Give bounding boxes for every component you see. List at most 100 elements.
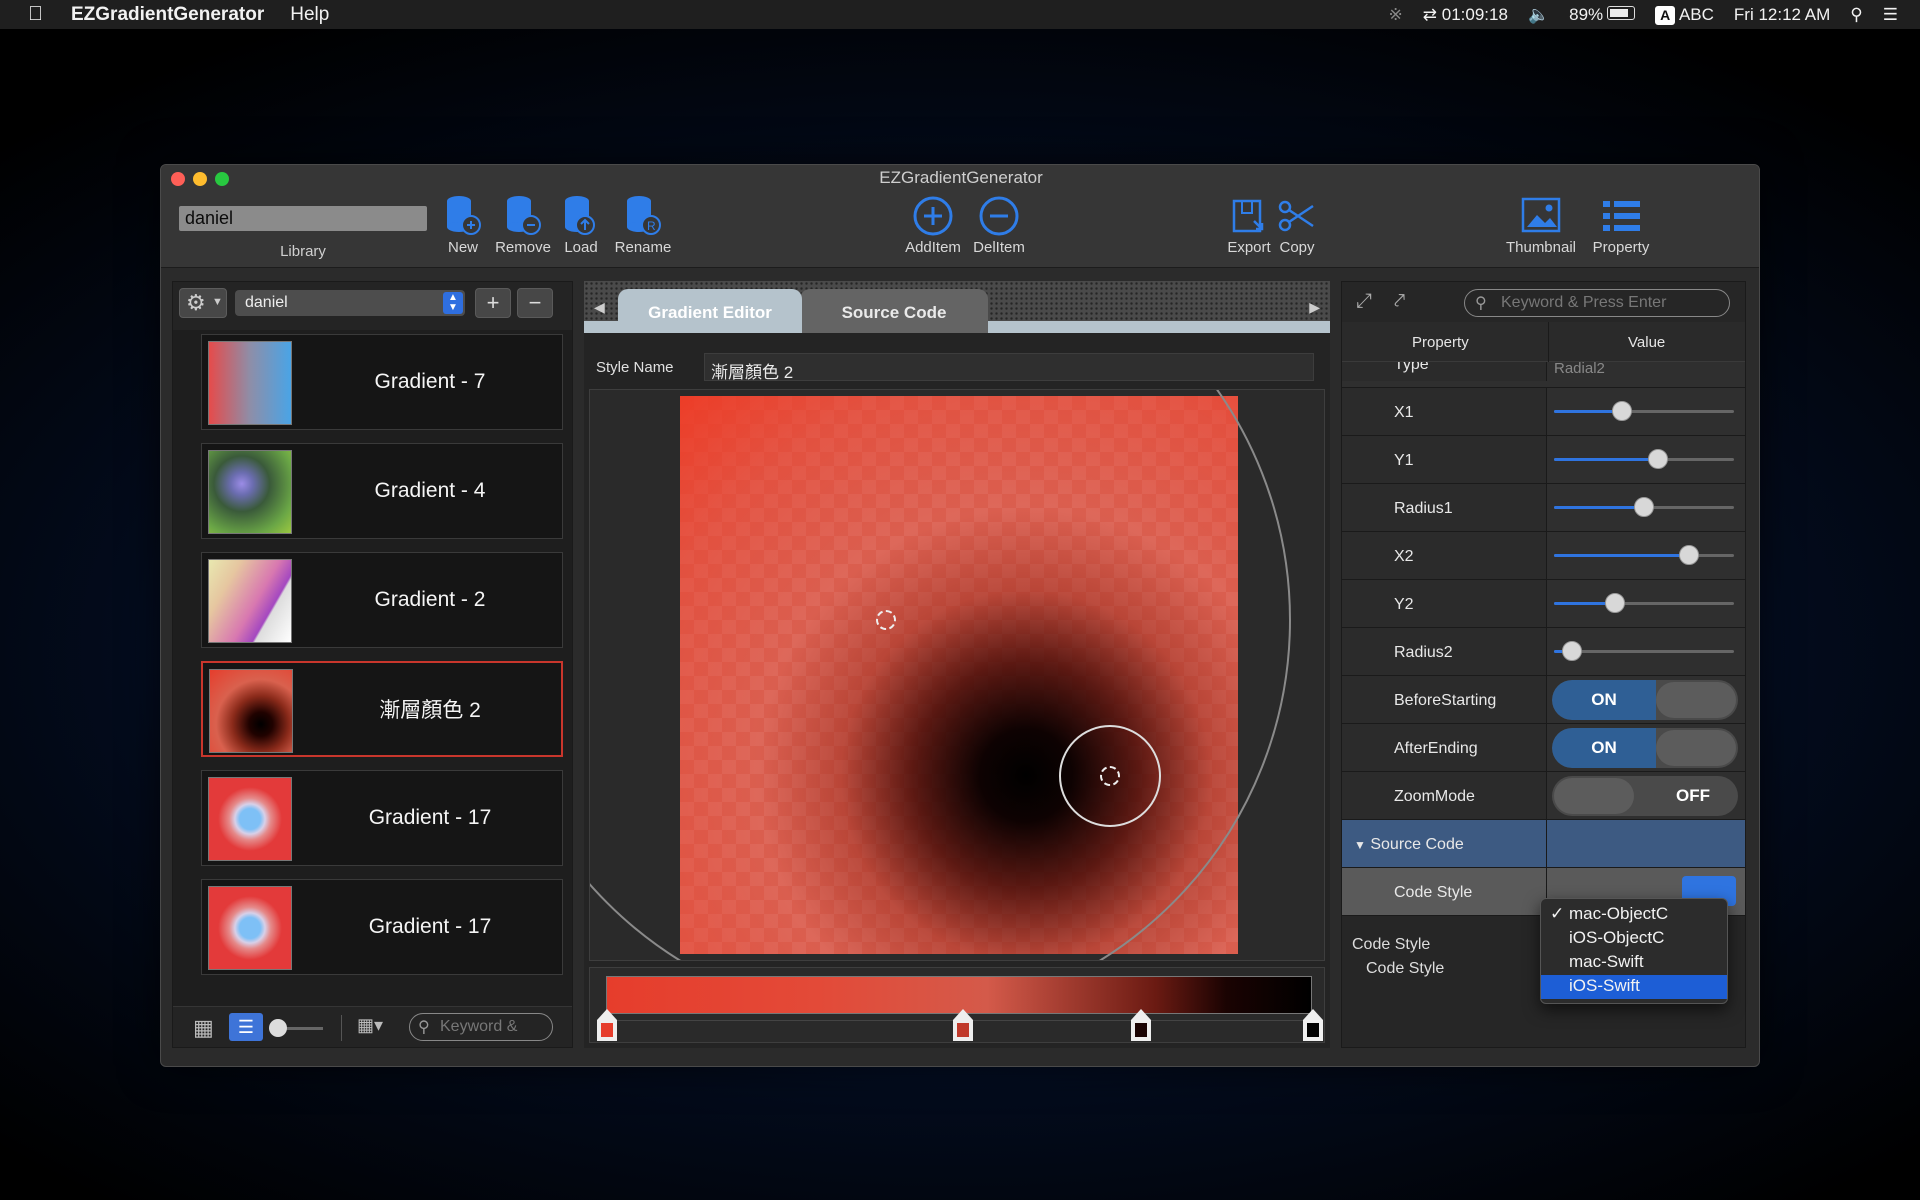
sidebar-search-input[interactable]: ⚲ Keyword & [409, 1013, 553, 1041]
grid-view-icon[interactable]: ▦ [193, 1015, 214, 1041]
additem-button[interactable]: AddItem [895, 195, 971, 256]
input-source[interactable]: A ABC [1655, 5, 1714, 25]
property-label: Type [1342, 362, 1547, 381]
property-value: Radial2 [1554, 362, 1605, 377]
toggle-state: OFF [1676, 786, 1710, 805]
afterending-toggle[interactable]: ON [1552, 728, 1738, 768]
tab-scroll-left-icon[interactable]: ◀ [594, 299, 605, 316]
property-row-type[interactable]: Type Radial2 [1342, 362, 1745, 388]
list-item[interactable]: Gradient - 17 [201, 770, 563, 866]
settings-menu-button[interactable]: ⚙ ▼ [179, 288, 227, 318]
x1-slider[interactable] [1554, 401, 1734, 421]
menu-item-label: iOS-ObjectC [1569, 928, 1665, 947]
gradient-list[interactable]: Gradient - 7 Gradient - 4 Gradient - 2 漸… [173, 330, 572, 1006]
color-stop-handle[interactable] [1302, 1008, 1324, 1042]
menu-item-ios-swift[interactable]: iOS-Swift [1541, 975, 1727, 999]
list-view-icon[interactable]: ☰ [229, 1013, 263, 1041]
database-add-icon [447, 196, 481, 235]
style-name-field[interactable]: 漸層顏色 2 [704, 353, 1314, 382]
property-row-y2[interactable]: Y2 [1342, 580, 1745, 628]
size-slider[interactable] [269, 1019, 323, 1037]
menu-help[interactable]: Help [290, 4, 329, 26]
tab-scroll-right-icon[interactable]: ▶ [1309, 299, 1320, 316]
section-label: ▼ Source Code [1342, 820, 1547, 867]
tab-source-code[interactable]: Source Code [800, 289, 988, 333]
thumbnail-button[interactable]: Thumbnail [1501, 195, 1581, 256]
property-row-x2[interactable]: X2 [1342, 532, 1745, 580]
load-label: Load [564, 239, 598, 256]
property-row-y1[interactable]: Y1 [1342, 436, 1745, 484]
zoommode-toggle[interactable]: OFF [1552, 776, 1738, 816]
app-window: EZGradientGenerator daniel Library New R… [160, 164, 1760, 1067]
remove-library-button[interactable]: − [517, 288, 553, 318]
property-search-placeholder: Keyword & Press Enter [1501, 294, 1667, 311]
property-row-zoommode[interactable]: ZoomMode OFF [1342, 772, 1745, 820]
new-label: New [447, 239, 478, 256]
list-item-name: Gradient - 4 [374, 479, 486, 502]
beforestarting-toggle[interactable]: ON [1552, 680, 1738, 720]
list-item-name: Gradient - 2 [374, 588, 486, 611]
color-stop-handle[interactable] [1130, 1008, 1152, 1042]
chevron-down-icon: ▼ [212, 296, 223, 308]
property-row-beforestarting[interactable]: BeforeStarting ON [1342, 676, 1745, 724]
layout-menu-icon[interactable]: ▦▾ [357, 1015, 383, 1036]
apple-icon[interactable]:  [28, 3, 43, 26]
delitem-label: DelItem [973, 239, 1025, 256]
menu-item-ios-objectc[interactable]: iOS-ObjectC [1541, 927, 1727, 951]
notification-center-icon[interactable]: ☰ [1883, 5, 1898, 25]
battery-percent: 89% [1569, 4, 1604, 24]
delitem-button[interactable]: DelItem [961, 195, 1037, 256]
property-row-radius1[interactable]: Radius1 [1342, 484, 1745, 532]
radius1-slider[interactable] [1554, 497, 1734, 517]
radius2-slider[interactable] [1554, 641, 1734, 661]
property-section-source-code[interactable]: ▼ Source Code [1342, 820, 1745, 868]
rename-button[interactable]: R Rename [605, 195, 681, 256]
y1-slider[interactable] [1554, 449, 1734, 469]
list-item-selected[interactable]: 漸層顏色 2 [201, 661, 563, 757]
battery-status[interactable]: 89% [1569, 4, 1636, 25]
list-item[interactable]: Gradient - 4 [201, 443, 563, 539]
list-item[interactable]: Gradient - 7 [201, 334, 563, 430]
time-remaining[interactable]: ⇄ 01:09:18 [1423, 5, 1508, 25]
checkmark-icon: ✓ [1550, 904, 1565, 923]
database-load-icon [565, 196, 595, 235]
spotlight-search-icon[interactable]: ⚲ [1850, 5, 1862, 25]
gradient-canvas[interactable] [589, 389, 1325, 961]
menu-app-name[interactable]: EZGradientGenerator [71, 4, 264, 26]
list-item[interactable]: Gradient - 17 [201, 879, 563, 975]
stepper-icon: ▲ ▼ [443, 292, 463, 314]
rename-label: Rename [614, 239, 672, 256]
property-row-radius2[interactable]: Radius2 [1342, 628, 1745, 676]
color-stop-handle[interactable] [596, 1008, 618, 1042]
property-row-afterending[interactable]: AfterEnding ON [1342, 724, 1745, 772]
menu-item-mac-swift[interactable]: mac-Swift [1541, 951, 1727, 975]
menu-item-label: mac-ObjectC [1569, 904, 1669, 923]
library-select[interactable]: daniel ▲ ▼ [235, 290, 465, 316]
property-row-x1[interactable]: X1 [1342, 388, 1745, 436]
volume-icon[interactable]: 🔈 [1528, 5, 1549, 25]
input-source-label: ABC [1678, 4, 1714, 24]
collapse-all-icon[interactable]: ⤤ [1394, 290, 1405, 313]
disclosure-triangle-icon: ▼ [1354, 838, 1366, 852]
color-stop-handle[interactable] [952, 1008, 974, 1042]
center2-handle[interactable] [1100, 766, 1120, 786]
expand-all-icon[interactable]: ⤢ [1356, 290, 1372, 313]
gradient-thumbnail [208, 559, 292, 643]
property-label: AfterEnding [1342, 724, 1547, 771]
bluetooth-icon[interactable]: ※ [1389, 5, 1403, 25]
tab-gradient-editor[interactable]: Gradient Editor [618, 289, 802, 333]
center1-handle[interactable] [876, 610, 896, 630]
gradient-thumbnail [208, 341, 292, 425]
menu-item-mac-objectc[interactable]: ✓ mac-ObjectC [1541, 903, 1727, 927]
property-label: Radius1 [1342, 484, 1547, 531]
y2-slider[interactable] [1554, 593, 1734, 613]
property-search-input[interactable]: ⚲ Keyword & Press Enter [1464, 289, 1730, 317]
property-button[interactable]: Property [1581, 195, 1661, 256]
library-field[interactable]: daniel [179, 206, 427, 231]
clock[interactable]: Fri 12:12 AM [1734, 5, 1830, 25]
add-library-button[interactable]: + [475, 288, 511, 318]
copy-button[interactable]: Copy [1259, 195, 1335, 256]
x2-slider[interactable] [1554, 545, 1734, 565]
property-label: X2 [1342, 532, 1547, 579]
list-item[interactable]: Gradient - 2 [201, 552, 563, 648]
